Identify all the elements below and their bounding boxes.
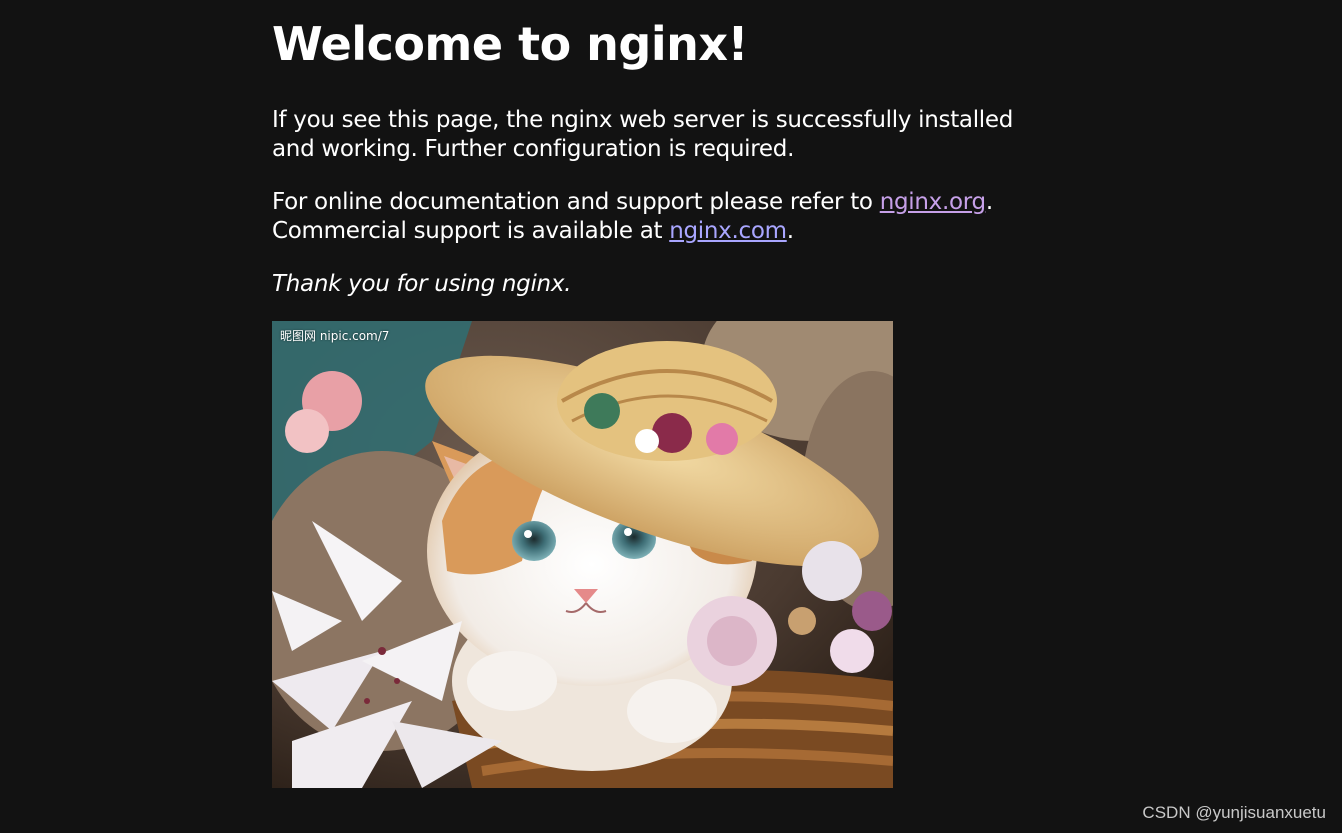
docs-paragraph: For online documentation and support ple…	[272, 188, 1032, 246]
intro-paragraph: If you see this page, the nginx web serv…	[272, 107, 1014, 162]
page-content: Welcome to nginx! If you see this page, …	[272, 0, 1032, 299]
commercial-text: Commercial support is available at	[272, 218, 670, 244]
credit-watermark: CSDN @yunjisuanxuetu	[1142, 803, 1326, 822]
commercial-period: .	[786, 218, 794, 244]
nginx-org-link[interactable]: nginx.org	[880, 189, 986, 215]
kitten-photo: 昵图网 nipic.com/7	[272, 321, 893, 788]
docs-period: .	[985, 189, 993, 215]
kitten-illustration	[272, 321, 893, 788]
page-title: Welcome to nginx!	[272, 17, 749, 71]
thanks-paragraph: Thank you for using nginx.	[272, 271, 572, 297]
docs-text: For online documentation and support ple…	[272, 189, 880, 215]
nginx-com-link[interactable]: nginx.com	[669, 218, 787, 244]
image-watermark: 昵图网 nipic.com/7	[280, 329, 390, 343]
